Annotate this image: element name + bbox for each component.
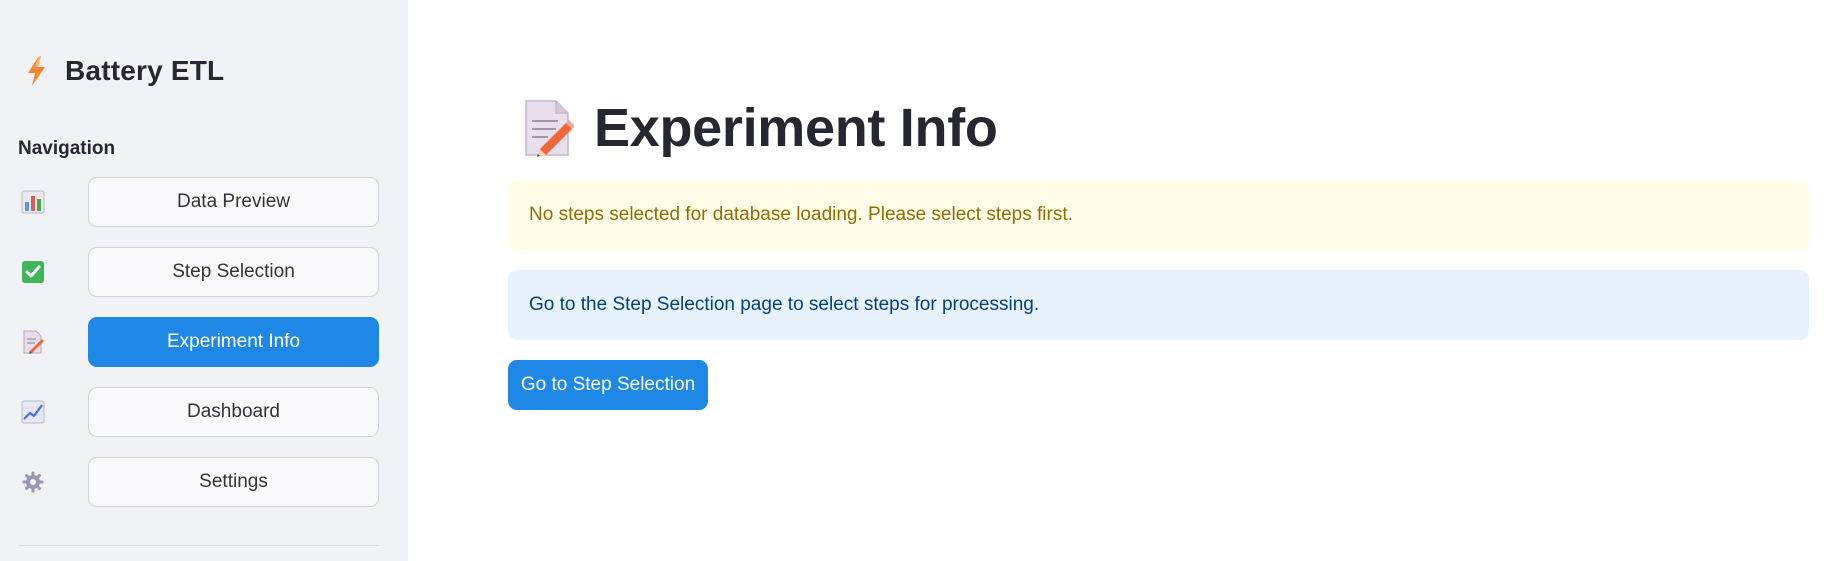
app-title: Battery ETL bbox=[65, 55, 225, 86]
memo-icon bbox=[522, 99, 575, 157]
lightning-icon bbox=[22, 54, 52, 88]
sidebar-item-dashboard: Dashboard bbox=[0, 387, 408, 437]
nav-button-data-preview[interactable]: Data Preview bbox=[88, 177, 379, 227]
bar-chart-icon bbox=[20, 189, 46, 215]
gear-icon bbox=[20, 469, 46, 495]
nav-button-dashboard[interactable]: Dashboard bbox=[88, 387, 379, 437]
checkbox-icon bbox=[20, 259, 46, 285]
sidebar-item-settings: Settings bbox=[0, 457, 408, 507]
nav-button-step-selection[interactable]: Step Selection bbox=[88, 247, 379, 297]
nav-button-settings[interactable]: Settings bbox=[88, 457, 379, 507]
app-root: Battery ETL Navigation Data Preview Step… bbox=[0, 0, 1827, 561]
info-message: Go to the Step Selection page to select … bbox=[529, 294, 1040, 315]
nav-button-experiment-info[interactable]: Experiment Info bbox=[88, 317, 379, 367]
brand: Battery ETL bbox=[22, 52, 224, 90]
sidebar: Battery ETL Navigation Data Preview Step… bbox=[0, 0, 408, 561]
main-content: Experiment Info No steps selected for da… bbox=[408, 0, 1827, 561]
go-to-step-selection-button[interactable]: Go to Step Selection bbox=[508, 360, 708, 410]
page-title: Experiment Info bbox=[594, 98, 998, 158]
info-alert: Go to the Step Selection page to select … bbox=[508, 270, 1809, 340]
trend-chart-icon bbox=[20, 399, 46, 425]
sidebar-item-data-preview: Data Preview bbox=[0, 177, 408, 227]
memo-icon bbox=[20, 329, 46, 355]
page-header: Experiment Info bbox=[522, 96, 998, 160]
sidebar-divider bbox=[18, 545, 379, 546]
nav-heading: Navigation bbox=[18, 138, 116, 159]
warning-message: No steps selected for database loading. … bbox=[529, 204, 1073, 225]
warning-alert: No steps selected for database loading. … bbox=[508, 180, 1809, 250]
sidebar-item-experiment-info: Experiment Info bbox=[0, 317, 408, 367]
sidebar-item-step-selection: Step Selection bbox=[0, 247, 408, 297]
